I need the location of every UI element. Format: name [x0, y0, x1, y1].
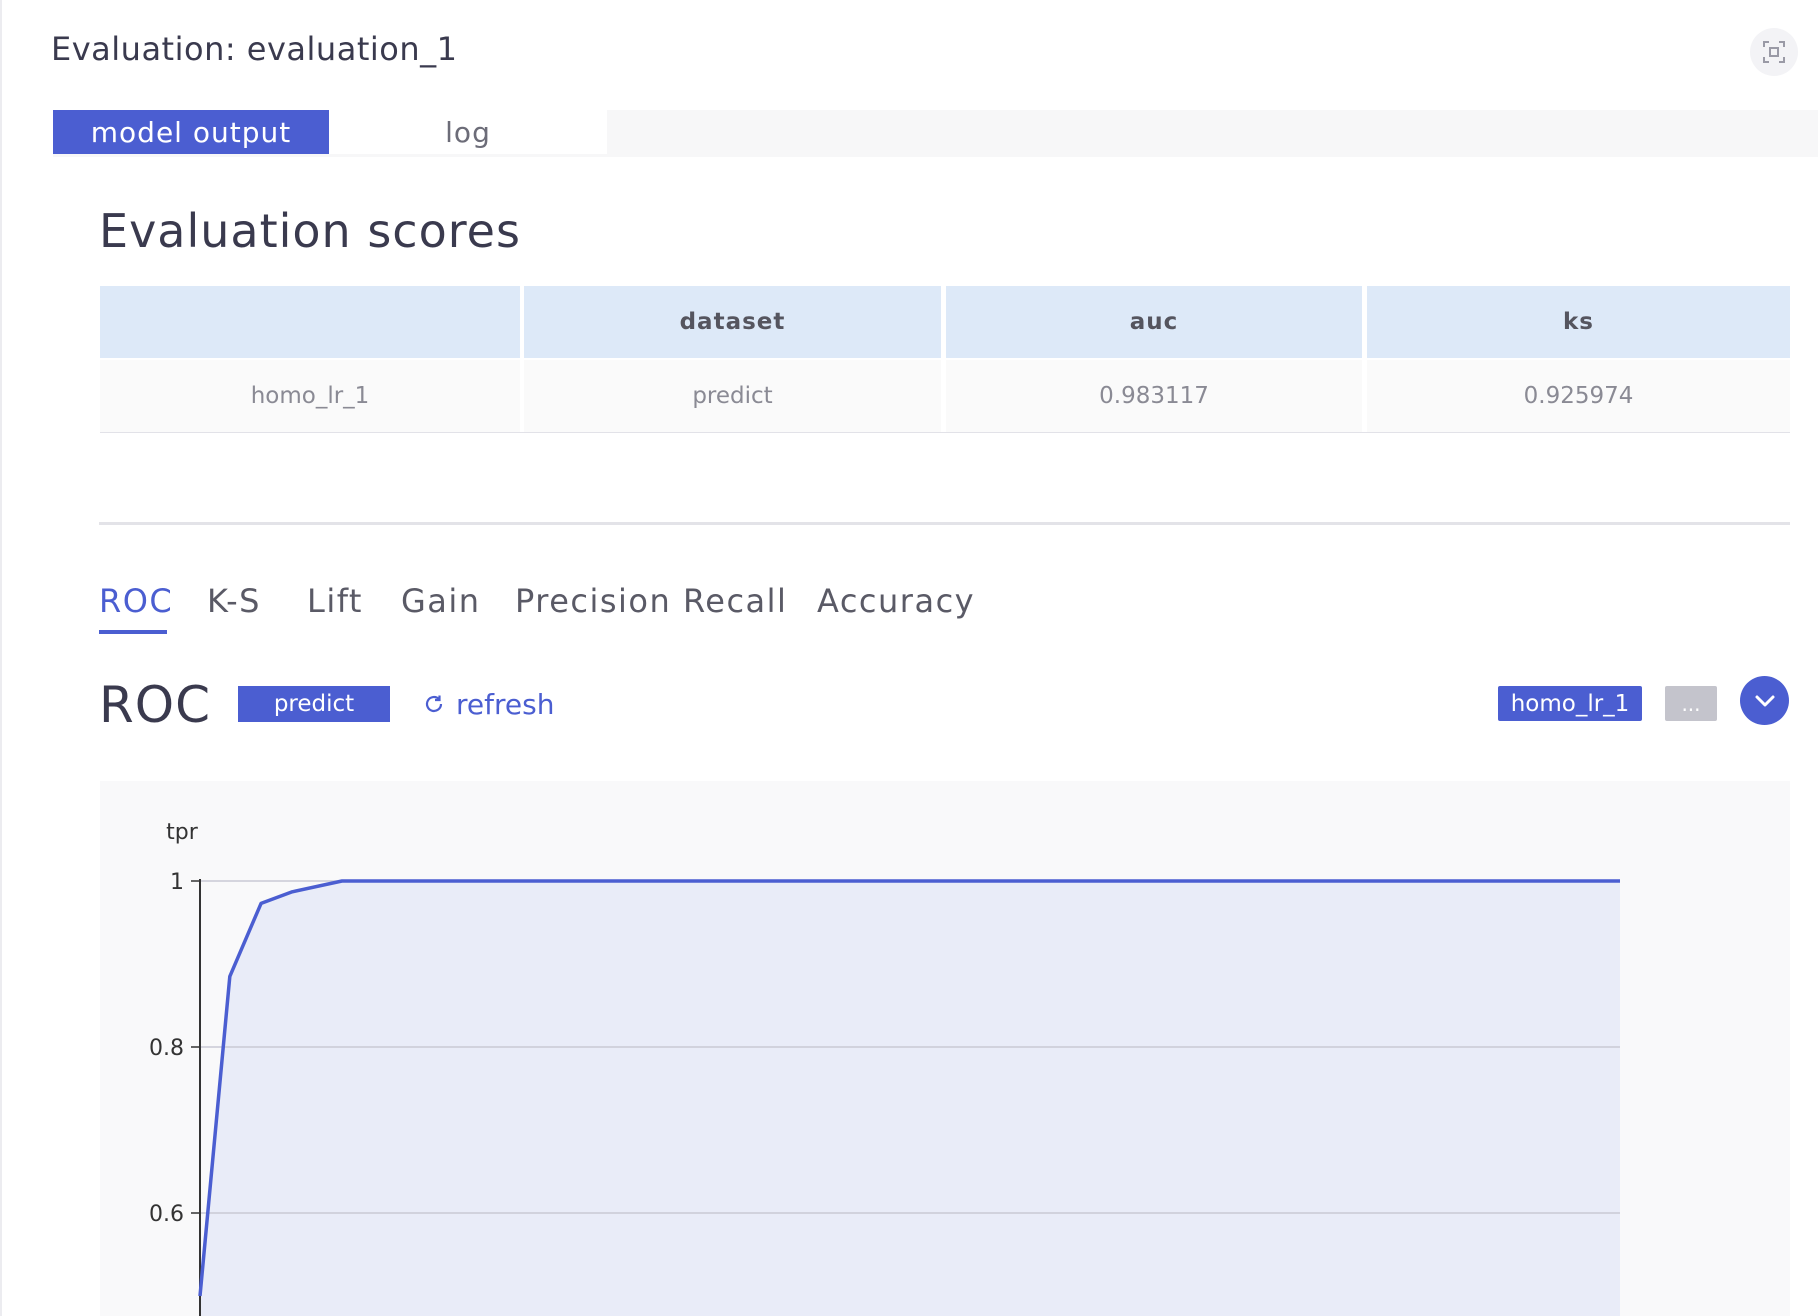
- table-cell-dataset: predict: [524, 360, 941, 432]
- tab-lift[interactable]: Lift: [307, 582, 363, 620]
- roc-chart-panel: 1 0.8 0.6 tpr: [100, 781, 1790, 1316]
- table-header-auc: auc: [946, 286, 1362, 358]
- chart-title: ROC: [99, 676, 212, 734]
- roc-area: [200, 881, 1620, 1316]
- tab-accuracy[interactable]: Accuracy: [817, 582, 975, 620]
- model-chip[interactable]: homo_lr_1: [1498, 686, 1642, 721]
- refresh-label: refresh: [456, 687, 555, 721]
- active-tab-indicator: [99, 630, 167, 634]
- tab-log[interactable]: log: [329, 110, 607, 154]
- tab-roc[interactable]: ROC: [99, 582, 173, 620]
- tab-gain[interactable]: Gain: [401, 582, 481, 620]
- main-tab-bar: model output log: [53, 110, 1818, 157]
- tab-precision-recall[interactable]: Precision Recall: [515, 582, 787, 620]
- section-title: Evaluation scores: [99, 204, 521, 258]
- dataset-chip[interactable]: predict: [238, 686, 390, 722]
- table-header-dataset: dataset: [524, 286, 941, 358]
- roc-chart: 1 0.8 0.6 tpr: [149, 820, 1620, 1316]
- section-divider: [99, 522, 1790, 525]
- tab-model-output[interactable]: model output: [53, 110, 329, 154]
- y-tick-label: 1: [170, 870, 184, 895]
- refresh-button[interactable]: refresh: [422, 686, 554, 722]
- table-cell-auc: 0.983117: [946, 360, 1362, 432]
- more-models-chip[interactable]: ...: [1665, 686, 1717, 721]
- evaluation-scores-table: dataset auc ks homo_lr_1 predict 0.98311…: [100, 286, 1790, 434]
- y-tick-label: 0.6: [149, 1202, 184, 1227]
- y-axis-label: tpr: [166, 820, 199, 845]
- window-title: Evaluation: evaluation_1: [51, 30, 458, 68]
- table-header-ks: ks: [1367, 286, 1790, 358]
- expand-button[interactable]: [1740, 676, 1789, 725]
- table-header-row: dataset auc ks: [100, 286, 1790, 358]
- fullscreen-icon: [1763, 41, 1785, 63]
- table-cell-model: homo_lr_1: [100, 360, 520, 432]
- fullscreen-button[interactable]: [1750, 28, 1798, 76]
- table-row: homo_lr_1 predict 0.983117 0.925974: [100, 360, 1790, 433]
- refresh-icon: [425, 695, 443, 713]
- chevron-down-icon: [1755, 695, 1774, 706]
- tab-ks[interactable]: K-S: [207, 582, 261, 620]
- y-tick-label: 0.8: [149, 1036, 184, 1061]
- table-header-cell: [100, 286, 520, 358]
- table-cell-ks: 0.925974: [1367, 360, 1790, 432]
- left-border: [0, 0, 2, 1316]
